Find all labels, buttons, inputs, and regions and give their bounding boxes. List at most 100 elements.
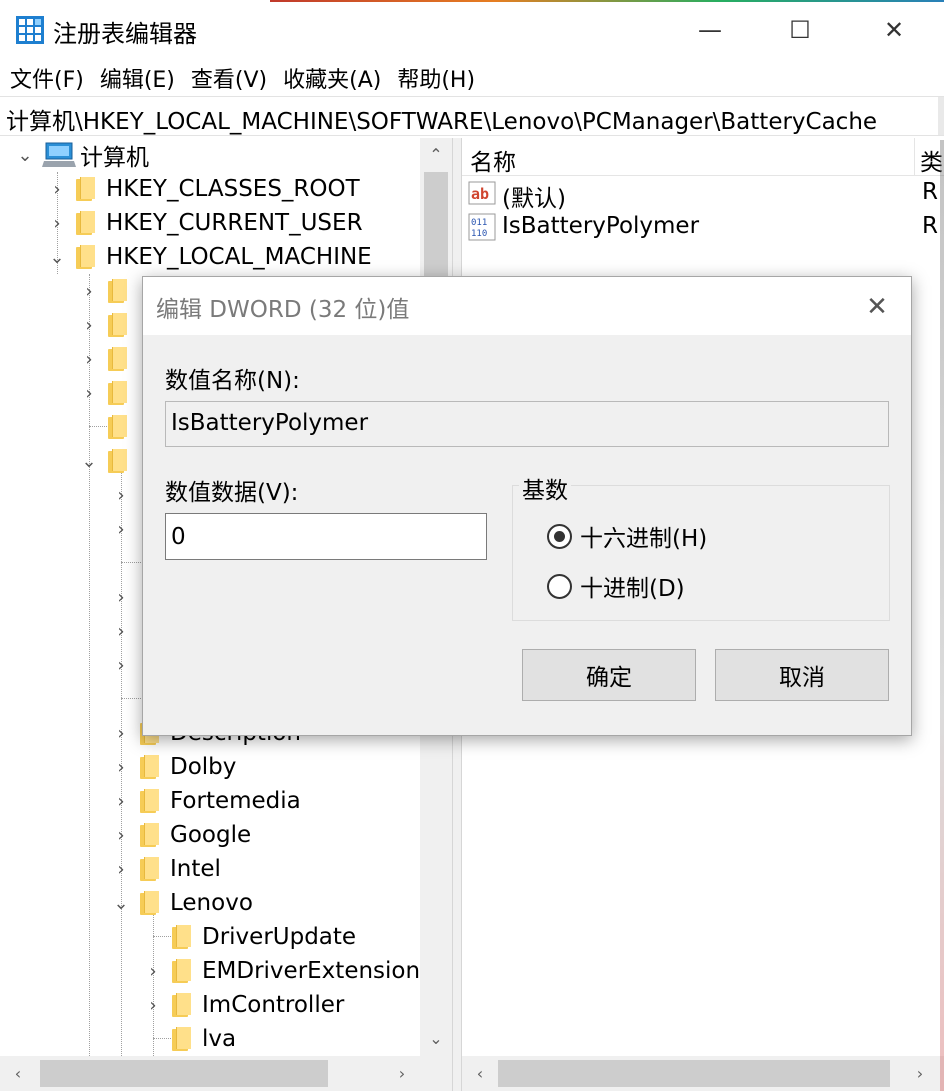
value-name-text: IsBatteryPolymer [171, 410, 369, 436]
address-bar[interactable]: 计算机\HKEY_LOCAL_MACHINE\SOFTWARE\Lenovo\P… [0, 96, 944, 136]
chevron-down-icon[interactable]: ⌄ [78, 444, 100, 478]
tree-item-computer[interactable]: ⌄ 计算机 [14, 138, 149, 172]
column-header-name[interactable]: 名称 [470, 143, 516, 177]
value-data-label: 数值数据(V): [165, 480, 299, 506]
scroll-down-icon[interactable]: ⌄ [420, 1022, 452, 1054]
maximize-button[interactable]: ☐ [770, 8, 830, 52]
chevron-right-icon[interactable]: › [110, 614, 132, 648]
folder-icon [172, 925, 191, 949]
tree-item-lva[interactable]: lva [142, 1022, 236, 1056]
menu-help[interactable]: 帮助(H) [395, 62, 477, 94]
list-item[interactable]: 011 110 IsBatteryPolymer R [462, 210, 944, 244]
cancel-button[interactable]: 取消 [715, 649, 889, 701]
tree-item-dolby[interactable]: › Dolby [110, 750, 236, 784]
tree-item-hidden[interactable]: › [78, 308, 138, 342]
folder-icon [76, 211, 95, 235]
chevron-right-icon[interactable]: › [110, 784, 132, 818]
tree-item-hidden[interactable]: › [110, 580, 132, 614]
tree-item-label: EMDriverExtension [202, 958, 421, 984]
value-type: R [922, 179, 938, 205]
tree-item-hidden[interactable]: › [78, 274, 138, 308]
menu-file[interactable]: 文件(F) [8, 62, 86, 94]
radio-checked-icon[interactable] [547, 523, 572, 549]
tree-item-emdriverextension[interactable]: › EMDriverExtension [142, 954, 420, 988]
scroll-left-icon[interactable]: ‹ [462, 1056, 498, 1091]
chevron-right-icon[interactable]: › [110, 818, 132, 852]
chevron-right-icon[interactable]: › [142, 954, 164, 988]
chevron-right-icon[interactable]: › [78, 274, 100, 308]
column-divider[interactable] [914, 138, 915, 176]
tree-item-driverupdate[interactable]: DriverUpdate [142, 920, 356, 954]
ok-button[interactable]: 确定 [522, 649, 696, 701]
tree-item-hkcr[interactable]: › HKEY_CLASSES_ROOT [46, 172, 360, 206]
chevron-right-icon[interactable]: › [110, 750, 132, 784]
list-item[interactable]: ab (默认) R [462, 176, 944, 212]
tree-item-hidden[interactable] [78, 410, 138, 444]
chevron-right-icon[interactable]: › [78, 342, 100, 376]
radio-decimal-label[interactable]: 十进制(D) [580, 569, 685, 603]
tree-item-label: 计算机 [80, 145, 149, 171]
chevron-right-icon[interactable]: › [110, 716, 132, 750]
scrollbar-corner [420, 1056, 452, 1091]
radio-hexadecimal-label[interactable]: 十六进制(H) [580, 519, 707, 553]
scrollbar-thumb[interactable] [40, 1060, 328, 1087]
chevron-right-icon[interactable]: › [110, 648, 132, 682]
chevron-right-icon[interactable]: › [46, 206, 68, 240]
radio-decimal[interactable]: 十进制(D) [547, 569, 685, 603]
base-group-label: 基数 [519, 471, 571, 505]
scroll-right-icon[interactable]: › [902, 1056, 938, 1091]
close-button[interactable]: ✕ [864, 8, 924, 52]
string-value-icon: ab [468, 181, 496, 205]
chevron-down-icon[interactable]: ⌄ [14, 138, 36, 172]
tree-item-hidden[interactable]: › [110, 648, 132, 682]
chevron-right-icon[interactable]: › [46, 172, 68, 206]
tree-item-hidden[interactable]: › [110, 478, 132, 512]
tree-item-google[interactable]: › Google [110, 818, 251, 852]
chevron-right-icon[interactable]: › [142, 988, 164, 1022]
scroll-left-icon[interactable]: ‹ [0, 1056, 36, 1091]
window-edge [940, 140, 944, 1091]
chevron-right-icon[interactable]: › [110, 580, 132, 614]
tree-item-hidden[interactable]: › [78, 342, 138, 376]
radio-hexadecimal[interactable]: 十六进制(H) [547, 519, 707, 553]
radio-unchecked-icon[interactable] [547, 573, 572, 599]
tree-item-software[interactable]: ⌄ [78, 444, 138, 478]
folder-icon [108, 347, 127, 371]
tree-item-label: HKEY_CLASSES_ROOT [106, 176, 360, 202]
folder-icon [140, 857, 159, 881]
chevron-down-icon[interactable]: ⌄ [46, 240, 68, 274]
address-path[interactable]: 计算机\HKEY_LOCAL_MACHINE\SOFTWARE\Lenovo\P… [6, 102, 877, 136]
menu-edit[interactable]: 编辑(E) [98, 62, 177, 94]
folder-icon [140, 755, 159, 779]
dialog-close-button[interactable]: ✕ [855, 285, 899, 329]
chevron-right-icon[interactable]: › [78, 308, 100, 342]
value-data-input[interactable] [165, 513, 487, 560]
tree-item-hidden[interactable]: › [110, 614, 132, 648]
tree-item-hidden[interactable]: › [78, 376, 138, 410]
tree-item-hkcu[interactable]: › HKEY_CURRENT_USER [46, 206, 362, 240]
scrollbar-thumb[interactable] [498, 1060, 890, 1087]
minimize-button[interactable]: — [680, 8, 740, 52]
scroll-up-icon[interactable]: ⌃ [420, 138, 452, 170]
tree-item-imcontroller[interactable]: › ImController [142, 988, 344, 1022]
tree-guide-line [121, 698, 141, 699]
menu-favorites[interactable]: 收藏夹(A) [281, 62, 383, 94]
svg-text:110: 110 [471, 229, 487, 239]
tree-item-hidden[interactable]: › [110, 512, 132, 546]
title-accent-stripe [270, 0, 944, 2]
tree-item-intel[interactable]: › Intel [110, 852, 221, 886]
chevron-right-icon[interactable]: › [110, 478, 132, 512]
dialog-title-bar[interactable]: 编辑 DWORD (32 位)值 ✕ [143, 277, 911, 335]
title-bar: 注册表编辑器 — ☐ ✕ [0, 0, 944, 60]
tree-item-lenovo[interactable]: ⌄ Lenovo [110, 886, 252, 920]
list-horizontal-scrollbar[interactable]: ‹ › [462, 1056, 944, 1091]
chevron-right-icon[interactable]: › [110, 852, 132, 886]
chevron-right-icon[interactable]: › [110, 512, 132, 546]
menu-view[interactable]: 查看(V) [189, 62, 269, 94]
tree-horizontal-scrollbar[interactable]: ‹ › [0, 1056, 420, 1091]
chevron-down-icon[interactable]: ⌄ [110, 886, 132, 920]
tree-item-hklm[interactable]: ⌄ HKEY_LOCAL_MACHINE [46, 240, 371, 274]
chevron-right-icon[interactable]: › [78, 376, 100, 410]
scroll-right-icon[interactable]: › [384, 1056, 420, 1091]
tree-item-fortemedia[interactable]: › Fortemedia [110, 784, 300, 818]
